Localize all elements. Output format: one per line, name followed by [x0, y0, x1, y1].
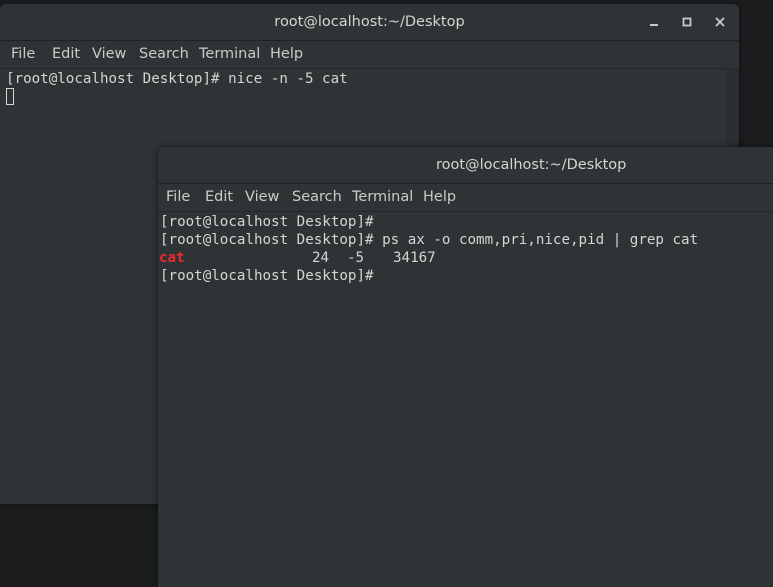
window-title: root@localhost:~/Desktop [274, 14, 465, 30]
menu-bar: File Edit View Search Terminal Help [158, 184, 773, 212]
process-name: cat [159, 250, 185, 266]
terminal-area[interactable]: [root@localhost Desktop]# [root@localhos… [158, 212, 773, 587]
menu-terminal[interactable]: Terminal [352, 184, 413, 211]
menu-search[interactable]: Search [139, 41, 189, 68]
text-cursor [6, 88, 14, 105]
menu-edit[interactable]: Edit [205, 184, 233, 211]
menu-help[interactable]: Help [270, 41, 303, 68]
menu-file[interactable]: File [166, 184, 190, 211]
process-priority: 24 [312, 250, 330, 266]
terminal-window-front[interactable]: root@localhost:~/Desktop File Edit View … [158, 147, 773, 587]
window-title: root@localhost:~/Desktop [436, 157, 627, 173]
terminal-line: [root@localhost Desktop]# ps ax -o comm,… [160, 232, 699, 248]
menu-view[interactable]: View [92, 41, 126, 68]
title-bar[interactable]: root@localhost:~/Desktop [0, 4, 739, 41]
menu-help[interactable]: Help [423, 184, 456, 211]
process-pid: 34167 [393, 250, 436, 266]
menu-view[interactable]: View [245, 184, 279, 211]
menu-terminal[interactable]: Terminal [199, 41, 260, 68]
terminal-line: [root@localhost Desktop]# [160, 214, 374, 230]
menu-file[interactable]: File [11, 41, 35, 68]
title-bar[interactable]: root@localhost:~/Desktop [158, 147, 773, 184]
terminal-line: [root@localhost Desktop]# nice -n -5 cat [6, 71, 348, 87]
menu-edit[interactable]: Edit [52, 41, 80, 68]
maximize-button[interactable] [678, 13, 696, 31]
close-button[interactable] [711, 13, 729, 31]
close-icon [715, 17, 725, 27]
maximize-icon [682, 17, 692, 27]
minimize-button[interactable] [645, 13, 663, 31]
terminal-line: [root@localhost Desktop]# [160, 268, 374, 284]
minimize-icon [650, 24, 658, 26]
menu-search[interactable]: Search [292, 184, 342, 211]
menu-bar: File Edit View Search Terminal Help [0, 41, 739, 69]
process-nice: -5 [347, 250, 365, 266]
